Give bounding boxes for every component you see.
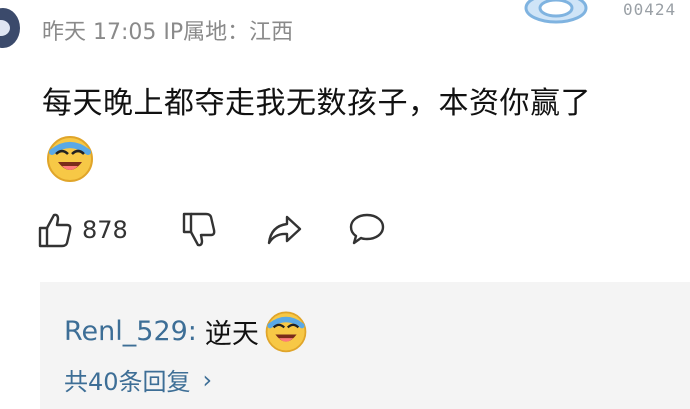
laughing-crying-emoji-icon <box>265 311 307 353</box>
reply-preview[interactable]: Renl_529: 逆天 共40条回复 › <box>40 282 690 409</box>
share-button[interactable] <box>266 214 302 246</box>
comment-meta: 昨天 17:05 IP属地：江西 <box>42 20 294 45</box>
laughing-crying-emoji-icon <box>47 136 93 182</box>
reply-username[interactable]: Renl_529: <box>64 316 197 347</box>
thumbs-up-icon <box>38 213 72 248</box>
share-icon <box>267 215 302 245</box>
thumbs-down-icon <box>182 212 216 247</box>
chevron-right-icon: › <box>202 365 213 394</box>
view-counter: 00424 <box>623 0 677 19</box>
dislike-button[interactable] <box>182 212 216 248</box>
like-button[interactable]: 878 <box>38 212 128 248</box>
comment-text: 每天晚上都夺走我无数孩子，本资你赢了 <box>42 86 591 121</box>
comment-icon <box>349 213 385 245</box>
more-replies-label: 共40条回复 <box>64 368 191 396</box>
comment-actions: 878 <box>38 206 458 256</box>
reply-button[interactable] <box>348 212 386 246</box>
reply-line: Renl_529: 逆天 <box>64 308 309 354</box>
view-more-replies-link[interactable]: 共40条回复 › <box>64 362 212 397</box>
reply-text: 逆天 <box>204 318 259 350</box>
like-count: 878 <box>82 216 128 244</box>
avatar[interactable] <box>0 8 20 48</box>
level-badge-icon <box>524 0 588 24</box>
